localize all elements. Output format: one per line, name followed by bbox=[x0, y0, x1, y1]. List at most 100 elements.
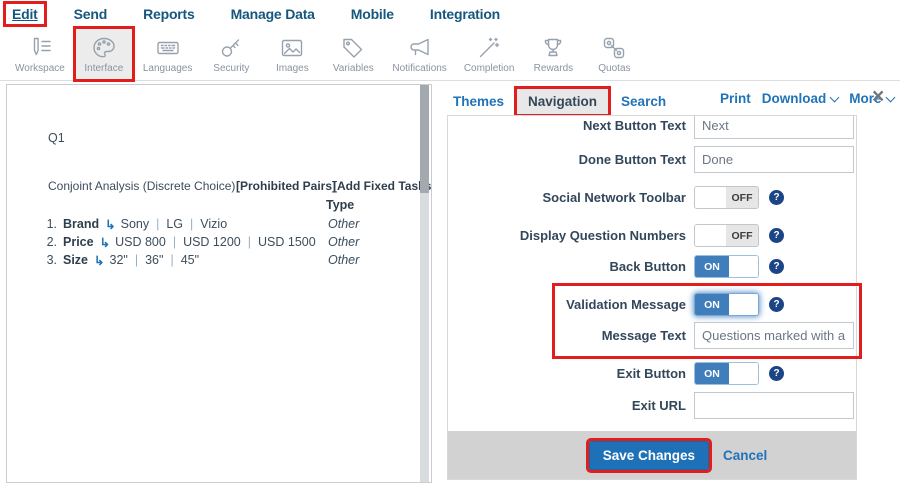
level-separator: | bbox=[156, 217, 159, 231]
next-button-text-input[interactable] bbox=[694, 115, 854, 139]
prohibited-pairs-link[interactable]: [Prohibited Pairs] bbox=[236, 179, 336, 193]
back-button-toggle[interactable]: ON bbox=[694, 255, 759, 278]
toolbar-label: Security bbox=[213, 63, 249, 74]
form-footer: Save Changes Cancel bbox=[448, 431, 856, 479]
toolbar-item-completion[interactable]: Completion bbox=[457, 28, 522, 80]
notifications-icon bbox=[407, 35, 433, 61]
survey-preview-panel: Q1 Conjoint Analysis (Discrete Choice) [… bbox=[6, 84, 432, 483]
preview-scrollbar[interactable] bbox=[420, 85, 429, 482]
rewards-icon bbox=[540, 35, 566, 61]
row-type: Other bbox=[328, 253, 359, 267]
nav-item-integration[interactable]: Integration bbox=[424, 4, 506, 24]
form-row-exit-button: Exit Button ON ? bbox=[456, 360, 852, 387]
help-icon[interactable]: ? bbox=[769, 366, 784, 381]
toolbar-item-notifications[interactable]: Notifications bbox=[385, 28, 453, 80]
social-network-toolbar-toggle[interactable]: OFF bbox=[694, 186, 759, 209]
level-separator: | bbox=[170, 253, 173, 267]
form-row-message-text: Message Text bbox=[456, 322, 852, 349]
level-value: USD 1500 bbox=[258, 235, 316, 249]
form-row-exit-url: Exit URL bbox=[456, 392, 852, 419]
level-value: 45" bbox=[181, 253, 199, 267]
toolbar-item-interface[interactable]: Interface bbox=[75, 28, 133, 80]
edit-toolbar: Workspace Interface Languages Security I… bbox=[0, 28, 900, 81]
question-id: Q1 bbox=[48, 131, 65, 145]
toolbar-label: Languages bbox=[143, 63, 193, 74]
download-link[interactable]: Download bbox=[762, 91, 839, 106]
toolbar-item-languages[interactable]: Languages bbox=[136, 28, 200, 80]
top-nav: Edit Send Reports Manage Data Mobile Int… bbox=[0, 0, 900, 28]
field-label: Exit Button bbox=[456, 366, 686, 381]
toggle-state-label: OFF bbox=[726, 225, 758, 246]
toggle-state-label: ON bbox=[695, 294, 729, 315]
attribute-name: Price bbox=[63, 235, 94, 249]
toolbar-label: Rewards bbox=[534, 63, 573, 74]
form-row-back-button: Back Button ON ? bbox=[456, 253, 852, 280]
validation-message-toggle[interactable]: ON bbox=[694, 293, 759, 316]
chevron-down-icon bbox=[885, 93, 895, 103]
scrollbar-thumb[interactable] bbox=[420, 85, 429, 193]
toolbar-item-rewards[interactable]: Rewards bbox=[524, 28, 582, 80]
help-icon[interactable]: ? bbox=[769, 297, 784, 312]
toggle-state-label: ON bbox=[695, 363, 729, 384]
level-value: USD 1200 bbox=[183, 235, 241, 249]
level-value: 36" bbox=[145, 253, 163, 267]
nav-item-send[interactable]: Send bbox=[68, 4, 113, 24]
display-question-numbers-toggle[interactable]: OFF bbox=[694, 224, 759, 247]
help-icon[interactable]: ? bbox=[769, 259, 784, 274]
app-window: Edit Send Reports Manage Data Mobile Int… bbox=[0, 0, 900, 484]
close-icon[interactable]: × bbox=[872, 85, 884, 109]
toolbar-item-images[interactable]: Images bbox=[263, 28, 321, 80]
message-text-input[interactable] bbox=[694, 322, 854, 349]
toolbar-item-quotas[interactable]: Quotas bbox=[585, 28, 643, 80]
languages-icon bbox=[155, 35, 181, 61]
add-fixed-tasks-link[interactable]: [Add Fixed Tasks bbox=[333, 179, 431, 193]
help-icon[interactable]: ? bbox=[769, 228, 784, 243]
field-label: Done Button Text bbox=[456, 152, 686, 167]
level-separator: | bbox=[190, 217, 193, 231]
row-number: 2. bbox=[41, 235, 57, 249]
level-arrow-icon: ↳ bbox=[105, 217, 115, 232]
toolbar-label: Variables bbox=[333, 63, 374, 74]
navigation-settings-form: Next Button Text Done Button Text Social… bbox=[447, 115, 857, 480]
save-changes-button[interactable]: Save Changes bbox=[589, 441, 709, 470]
chevron-down-icon bbox=[830, 93, 840, 103]
type-column-header: Type bbox=[326, 198, 354, 212]
field-label: Display Question Numbers bbox=[456, 228, 686, 243]
level-separator: | bbox=[173, 235, 176, 249]
tab-navigation[interactable]: Navigation bbox=[517, 89, 608, 114]
nav-item-mobile[interactable]: Mobile bbox=[345, 4, 400, 24]
field-label: Social Network Toolbar bbox=[456, 190, 686, 205]
toolbar-item-security[interactable]: Security bbox=[202, 28, 260, 80]
nav-item-edit[interactable]: Edit bbox=[6, 4, 44, 24]
toolbar-label: Notifications bbox=[392, 63, 446, 74]
attribute-row: 1. Brand ↳ Sony | LG | Vizio Other bbox=[41, 216, 419, 232]
attribute-name: Brand bbox=[63, 217, 99, 231]
toolbar-item-variables[interactable]: Variables bbox=[324, 28, 382, 80]
nav-item-reports[interactable]: Reports bbox=[137, 4, 201, 24]
quotas-icon bbox=[601, 35, 627, 61]
tab-themes[interactable]: Themes bbox=[453, 94, 504, 109]
attribute-row: 3. Size ↳ 32" | 36" | 45" Other bbox=[41, 252, 419, 268]
level-value: 32" bbox=[110, 253, 128, 267]
level-value: Vizio bbox=[200, 217, 227, 231]
attribute-row: 2. Price ↳ USD 800 | USD 1200 | USD 1500… bbox=[41, 234, 419, 250]
done-button-text-input[interactable] bbox=[694, 146, 854, 173]
form-row-next-button-text: Next Button Text bbox=[456, 115, 852, 139]
nav-item-manage-data[interactable]: Manage Data bbox=[225, 4, 321, 24]
completion-icon bbox=[476, 35, 502, 61]
form-row-display-question-numbers: Display Question Numbers OFF ? bbox=[456, 222, 852, 249]
exit-url-input[interactable] bbox=[694, 392, 854, 419]
field-label: Validation Message bbox=[456, 297, 686, 312]
toolbar-item-workspace[interactable]: Workspace bbox=[8, 28, 72, 80]
level-separator: | bbox=[135, 253, 138, 267]
print-link[interactable]: Print bbox=[720, 91, 751, 106]
level-value: Sony bbox=[121, 217, 150, 231]
exit-button-toggle[interactable]: ON bbox=[694, 362, 759, 385]
tab-search[interactable]: Search bbox=[621, 94, 666, 109]
toolbar-label: Interface bbox=[84, 63, 123, 74]
toggle-state-label: OFF bbox=[726, 187, 758, 208]
form-row-validation-message: Validation Message ON ? bbox=[456, 291, 852, 318]
header-actions: Print Download More bbox=[720, 91, 894, 106]
cancel-link[interactable]: Cancel bbox=[723, 448, 767, 463]
help-icon[interactable]: ? bbox=[769, 190, 784, 205]
